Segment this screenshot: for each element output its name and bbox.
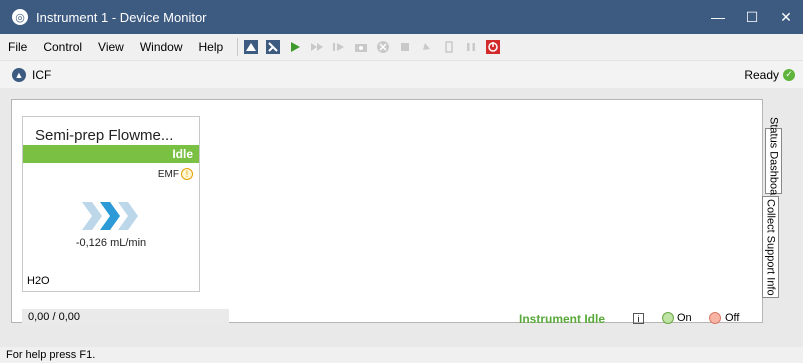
collapse-icon[interactable]: ▲ [12, 67, 26, 82]
flow-value: -0,126 mL/min [75, 237, 147, 249]
instrument-state: Instrument Idle [519, 312, 606, 326]
tab-collect-support-info[interactable]: Collect Support Info [762, 196, 779, 298]
stop-icon[interactable] [396, 38, 414, 56]
pause-icon[interactable] [462, 38, 480, 56]
menu-window[interactable]: Window [132, 34, 191, 60]
menu-bar: File Control View Window Help [0, 34, 803, 60]
tab-status-dashboard-label: Status Dashboard [767, 116, 780, 206]
icf-bar: ▲ ICF Ready ✓ [0, 60, 803, 88]
device-title: Semi-prep Flowme... [35, 127, 174, 144]
step-icon[interactable] [330, 38, 348, 56]
status-bar-footer: For help press F1. [0, 347, 803, 363]
maximize-button[interactable]: ☐ [735, 0, 769, 34]
refresh-icon[interactable] [418, 38, 436, 56]
info-icon[interactable]: i [633, 313, 644, 324]
play-icon[interactable] [286, 38, 304, 56]
close-button[interactable]: ✕ [769, 0, 803, 34]
icf-label: ICF [32, 67, 52, 82]
emf-indicator: EMF ! [158, 168, 193, 180]
app-icon: ◎ [12, 9, 28, 25]
stop-circle-icon[interactable] [374, 38, 392, 56]
tab-collect-support-info-label: Collect Support Info [764, 198, 777, 296]
tab-status-dashboard[interactable]: Status Dashboard [765, 117, 782, 205]
window-controls: — ☐ ✕ [701, 0, 803, 34]
fluid-label: H2O [27, 275, 50, 287]
menu-control[interactable]: Control [35, 34, 90, 60]
valve-icon[interactable] [440, 38, 458, 56]
flow-direction-icon [82, 202, 138, 230]
warning-icon[interactable]: ! [181, 168, 193, 180]
on-label: On [677, 312, 692, 324]
menu-view[interactable]: View [90, 34, 132, 60]
check-icon: ✓ [783, 68, 795, 81]
emf-label: EMF [157, 168, 179, 180]
device-card[interactable]: Semi-prep Flowme... Idle EMF ! -0,126 mL… [22, 116, 200, 292]
on-icon[interactable] [662, 312, 674, 324]
toolbar-separator [237, 38, 239, 56]
wizard-icon[interactable] [264, 38, 282, 56]
title-bar: ◎ Instrument 1 - Device Monitor — ☐ ✕ [0, 0, 803, 34]
off-icon[interactable] [709, 312, 721, 324]
off-label: Off [725, 312, 740, 324]
setpoint-readout: 0,00 / 0,00 [22, 309, 229, 326]
minimize-button[interactable]: — [701, 0, 735, 34]
ready-status: Ready [744, 67, 779, 82]
connect-icon[interactable] [242, 38, 260, 56]
fast-forward-icon[interactable] [308, 38, 326, 56]
window-title: Instrument 1 - Device Monitor [36, 9, 207, 25]
menu-file[interactable]: File [6, 34, 35, 60]
camera-icon[interactable] [352, 38, 370, 56]
menu-help[interactable]: Help [191, 34, 232, 60]
device-status-bar: Idle [23, 145, 199, 163]
power-icon[interactable] [484, 38, 502, 56]
